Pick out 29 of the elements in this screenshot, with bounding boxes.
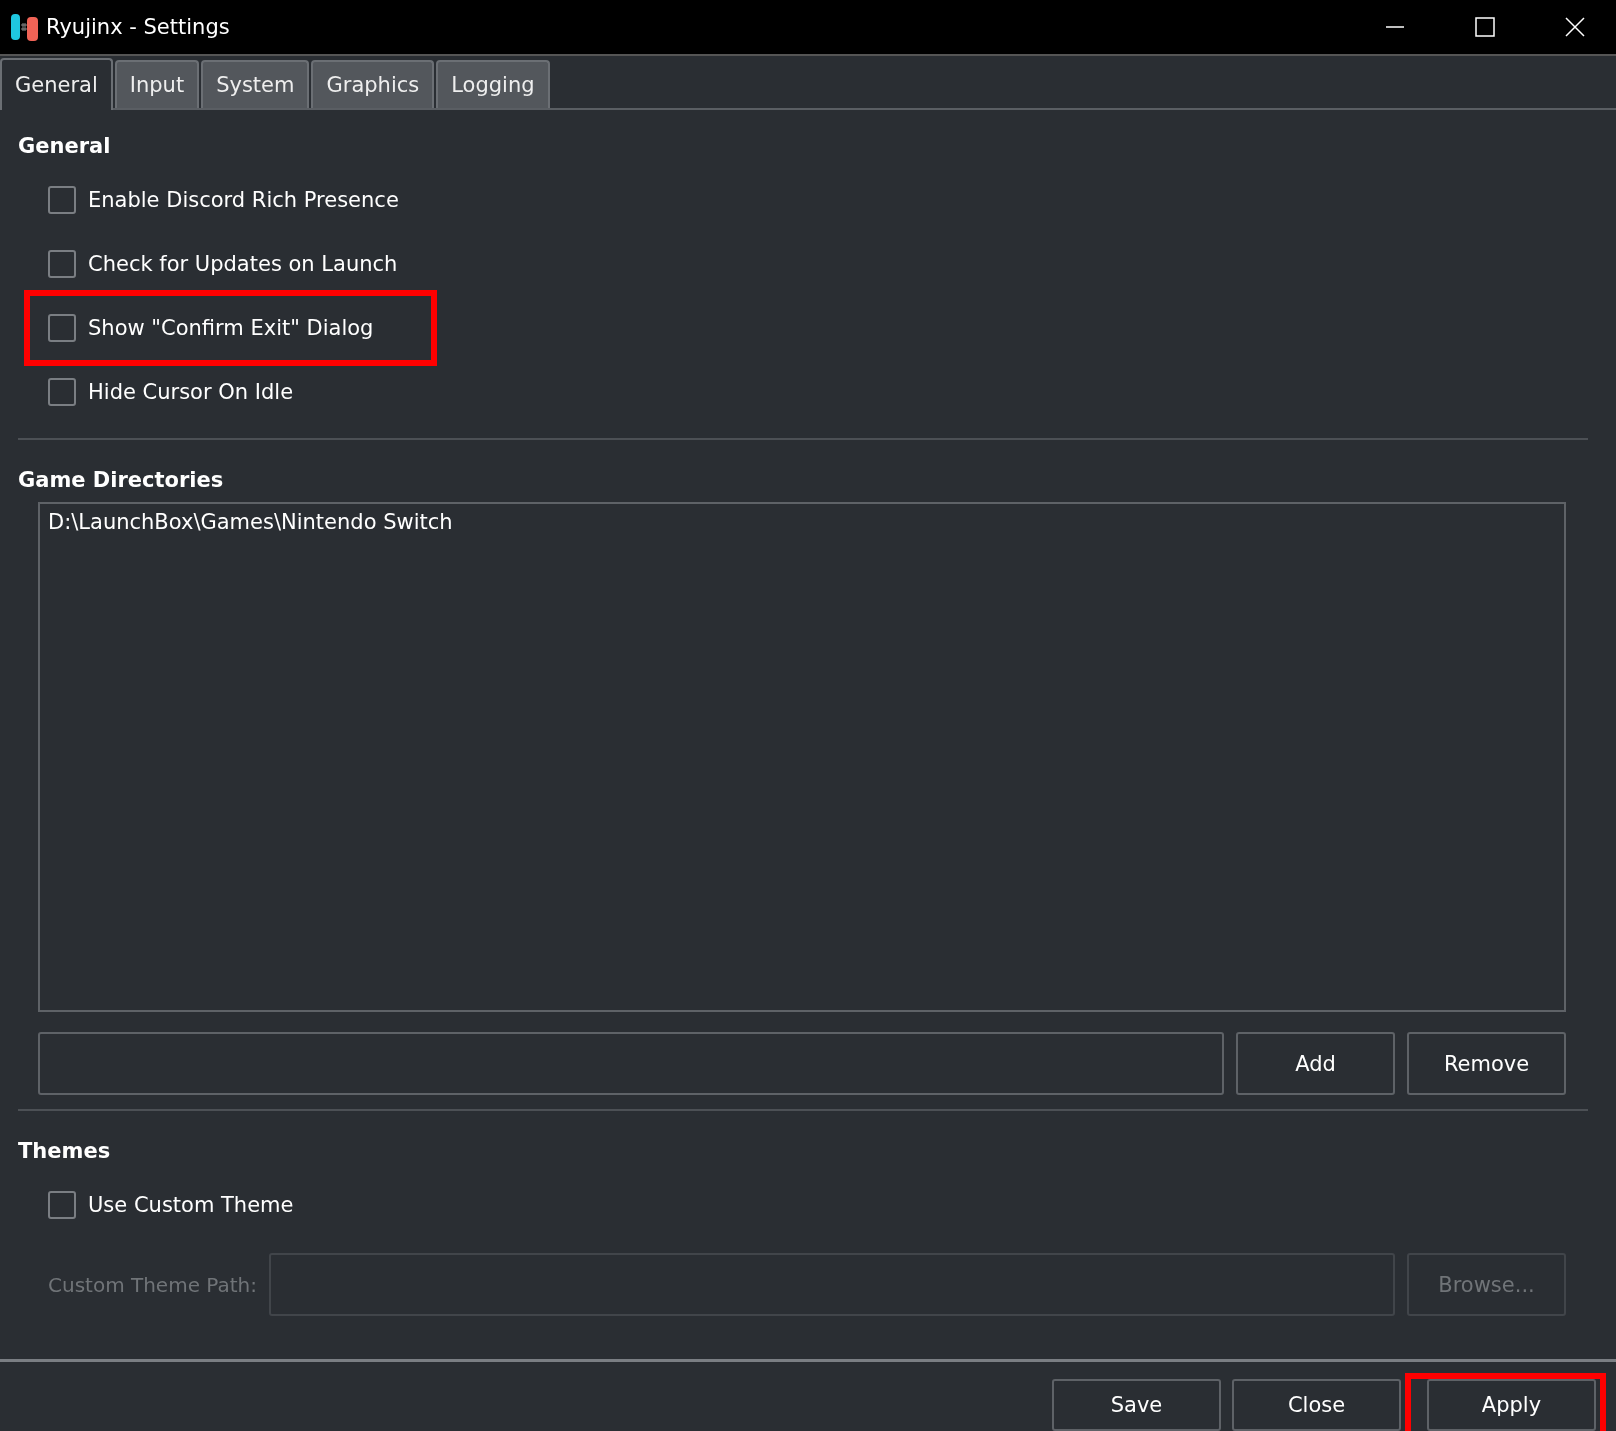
directory-button[interactable]: Add	[1236, 1032, 1395, 1095]
section-heading: Game Directories	[18, 468, 225, 492]
checkbox-label: Hide Cursor On Idle	[88, 380, 294, 404]
tab[interactable]: System	[201, 60, 310, 108]
theme-path-label: Custom Theme Path:	[48, 1272, 257, 1297]
checkbox-label: Use Custom Theme	[88, 1193, 294, 1217]
checkbox-label: Enable Discord Rich Presence	[88, 188, 399, 212]
footer-button[interactable]: Close	[1232, 1379, 1401, 1431]
section-heading: Themes	[18, 1139, 112, 1163]
footer-button[interactable]: Apply	[1427, 1379, 1596, 1431]
window-title: Ryujinx - Settings	[46, 15, 230, 39]
checkbox[interactable]	[48, 186, 76, 214]
checkbox-label: Check for Updates on Launch	[88, 252, 398, 276]
checkbox[interactable]	[48, 378, 76, 406]
section-heading: General	[18, 134, 112, 158]
directory-input-field[interactable]	[38, 1032, 1224, 1095]
tab[interactable]: Input	[114, 60, 200, 108]
tab[interactable]: Graphics	[311, 60, 435, 108]
close-icon[interactable]	[1564, 16, 1586, 38]
app-logo-icon	[10, 12, 40, 42]
directory-list-item[interactable]: D:\LaunchBox\Games\Nintendo Switch	[48, 510, 1556, 534]
tab[interactable]: Logging	[436, 60, 550, 108]
checkbox-label: Show "Confirm Exit" Dialog	[88, 316, 374, 340]
maximize-icon[interactable]	[1474, 16, 1496, 38]
tab[interactable]: General	[0, 58, 113, 110]
checkbox[interactable]	[48, 250, 76, 278]
directory-button[interactable]: Remove	[1407, 1032, 1566, 1095]
footer-button[interactable]: Save	[1052, 1379, 1221, 1431]
checkbox[interactable]	[48, 314, 76, 342]
